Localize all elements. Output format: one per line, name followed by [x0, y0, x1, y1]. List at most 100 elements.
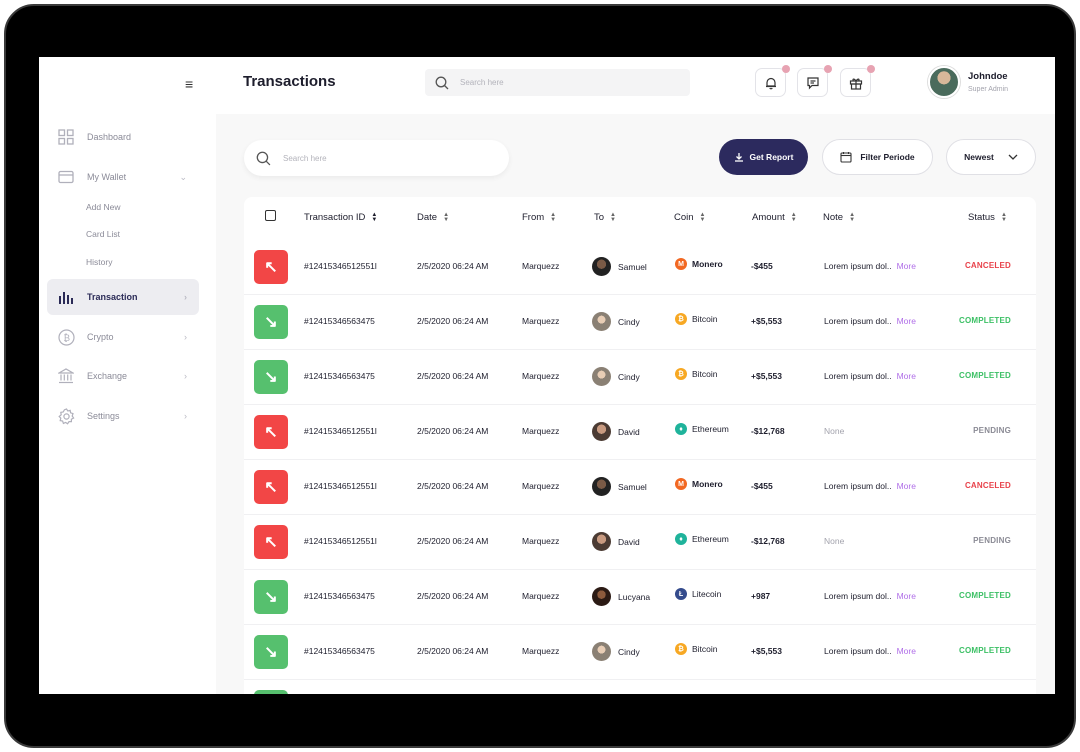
coin-name: Ethereum [692, 424, 729, 434]
arrow-up-left-icon: ↖ [254, 525, 288, 559]
to-person[interactable]: Lucyana [592, 587, 650, 606]
note: Lorem ipsum dol.. More [824, 371, 916, 381]
sidebar-subitem-add-new[interactable]: Add New [86, 202, 121, 212]
more-link[interactable]: More [897, 481, 916, 491]
to-person[interactable]: David [592, 532, 640, 551]
arrow-down-right-icon: ↘ [254, 635, 288, 669]
coin: M Monero [675, 478, 723, 490]
page-title: Transactions [243, 73, 336, 90]
sort-dropdown[interactable]: Newest [946, 139, 1036, 175]
status-badge: CANCELED [964, 481, 1011, 490]
note-text: None [824, 426, 845, 436]
avatar [592, 532, 611, 551]
to-person[interactable]: Samuel [592, 257, 647, 276]
gift-icon [849, 78, 862, 90]
filter-periode-button[interactable]: Filter Periode [822, 139, 933, 175]
sidebar-subitem-history[interactable]: History [86, 257, 112, 267]
status-badge: COMPLETED [958, 316, 1011, 325]
more-link[interactable]: More [897, 371, 916, 381]
sidebar-item-transaction[interactable]: Transaction › [47, 279, 199, 315]
arrow-up-left-icon: ↖ [254, 470, 288, 504]
notifications-button[interactable] [755, 65, 790, 97]
note: None [824, 536, 844, 546]
chevron-right-icon: › [184, 332, 187, 342]
notification-dot [782, 65, 790, 73]
device-frame: ≡ Dashboard My Wallet ⌄ Add New Card Lis… [4, 4, 1076, 748]
sort-icon: ▲ ▼ [550, 211, 557, 223]
sidebar-item-label: Crypto [87, 332, 114, 342]
column-label: Amount [752, 212, 785, 223]
coin: M Monero [675, 258, 723, 270]
to-name: Cindy [618, 316, 640, 327]
column-header-coin[interactable]: Coin ▲ ▼ [674, 211, 706, 224]
column-header-date[interactable]: Date ▲ ▼ [417, 212, 449, 224]
transaction-date: 2/5/2020 06:24 AM [417, 426, 489, 436]
messages-button[interactable] [797, 65, 832, 97]
note-text: Lorem ipsum dol.. [824, 646, 892, 656]
sidebar-item-settings[interactable]: Settings › [47, 398, 199, 434]
avatar[interactable] [928, 66, 960, 98]
sidebar-item-crypto[interactable]: ₿ Crypto › [47, 319, 199, 355]
transaction-id: #12415346563475 [304, 646, 375, 656]
chevron-down-icon: ⌄ [179, 171, 187, 182]
menu-toggle-icon[interactable]: ≡ [185, 76, 193, 92]
select-all-checkbox[interactable] [265, 210, 276, 221]
note: Lorem ipsum dol.. More [824, 591, 916, 601]
column-header-amount[interactable]: Amount ▲ ▼ [752, 212, 797, 224]
sort-icon: ▲ ▼ [610, 211, 616, 223]
avatar [592, 477, 611, 496]
transaction-id: #12415346563475 [304, 591, 375, 601]
column-header-note[interactable]: Note ▲ ▼ [823, 211, 856, 224]
to-person[interactable]: David [592, 422, 640, 441]
sidebar-item-exchange[interactable]: Exchange › [47, 358, 199, 394]
to-person[interactable]: Cindy [592, 367, 640, 386]
amount: +$5,553 [751, 646, 782, 656]
search-placeholder: Search here [283, 153, 327, 163]
sidebar-subitem-card-list[interactable]: Card List [86, 229, 120, 239]
avatar [592, 587, 611, 606]
to-person[interactable]: Samuel [592, 477, 647, 496]
get-report-button[interactable]: Get Report [719, 139, 808, 175]
transaction-date: 2/5/2020 06:24 AM [417, 646, 489, 656]
note-text: Lorem ipsum dol.. [824, 371, 892, 381]
gifts-button[interactable] [840, 65, 875, 97]
column-header-to[interactable]: To ▲ ▼ [594, 211, 616, 224]
coin: ♦ Ethereum [675, 533, 729, 545]
sort-icon: ▲ ▼ [849, 211, 856, 223]
sidebar-item-label: Exchange [87, 371, 128, 381]
table-row[interactable]: ↘ #12415346563475 2/5/2020 06:24 AM Marquez… [244, 295, 1036, 350]
column-header-transaction-id[interactable]: Transaction ID ▲ ▼ [304, 212, 377, 224]
to-person[interactable]: Cindy [592, 642, 640, 661]
table-row[interactable]: ↖ #12415346512551l 2/5/2020 06:24 AM Marque… [244, 515, 1036, 570]
status-badge: PENDING [973, 426, 1011, 435]
sort-icon: ▲ ▼ [699, 211, 706, 223]
bar-chart-icon [57, 288, 75, 306]
to-name: Lucyana [618, 591, 651, 602]
transaction-search-input[interactable]: Search here [244, 140, 509, 176]
column-header-from[interactable]: From ▲ ▼ [522, 211, 557, 224]
table-row[interactable]: ↘ #12415346563475 2/5/2020 06:24 AM Marquez… [244, 350, 1036, 405]
sidebar-item-dashboard[interactable]: Dashboard [47, 119, 199, 155]
to-name: David [618, 536, 640, 547]
table-row[interactable]: ↘ #12415346563475 2/5/2020 06:24 AM Marquez… [244, 570, 1036, 625]
more-link[interactable]: More [897, 646, 916, 656]
sidebar-item-my-wallet[interactable]: My Wallet ⌄ [47, 159, 199, 195]
to-person[interactable]: Cindy [592, 312, 640, 331]
top-header: Transactions Search here Johndoe Super A… [216, 57, 1055, 114]
from-name: Marquezz [522, 591, 560, 601]
coin-name: Bitcoin [692, 369, 718, 379]
header-search-input[interactable]: Search here [425, 69, 690, 96]
column-header-status[interactable]: Status ▲ ▼ [968, 212, 1007, 224]
more-link[interactable]: More [897, 261, 916, 271]
table-row[interactable]: ↖ #12415346512551l 2/5/2020 06:24 AM Marque… [244, 240, 1036, 295]
coin: ₿ Bitcoin [675, 313, 718, 325]
table-row[interactable]: ↘ #12415346563475 2/5/2020 06:24 AM Marquez… [244, 625, 1036, 680]
status-badge: COMPLETED [958, 591, 1011, 600]
more-link[interactable]: More [897, 591, 916, 601]
table-row[interactable]: ↘ [244, 680, 1036, 694]
more-link[interactable]: More [897, 316, 916, 326]
transaction-id: #12415346512551l [304, 536, 377, 546]
status-badge: COMPLETED [958, 646, 1011, 655]
table-row[interactable]: ↖ #12415346512551l 2/5/2020 06:24 AM Marque… [244, 460, 1036, 515]
table-row[interactable]: ↖ #12415346512551l 2/5/2020 06:24 AM Marque… [244, 405, 1036, 460]
